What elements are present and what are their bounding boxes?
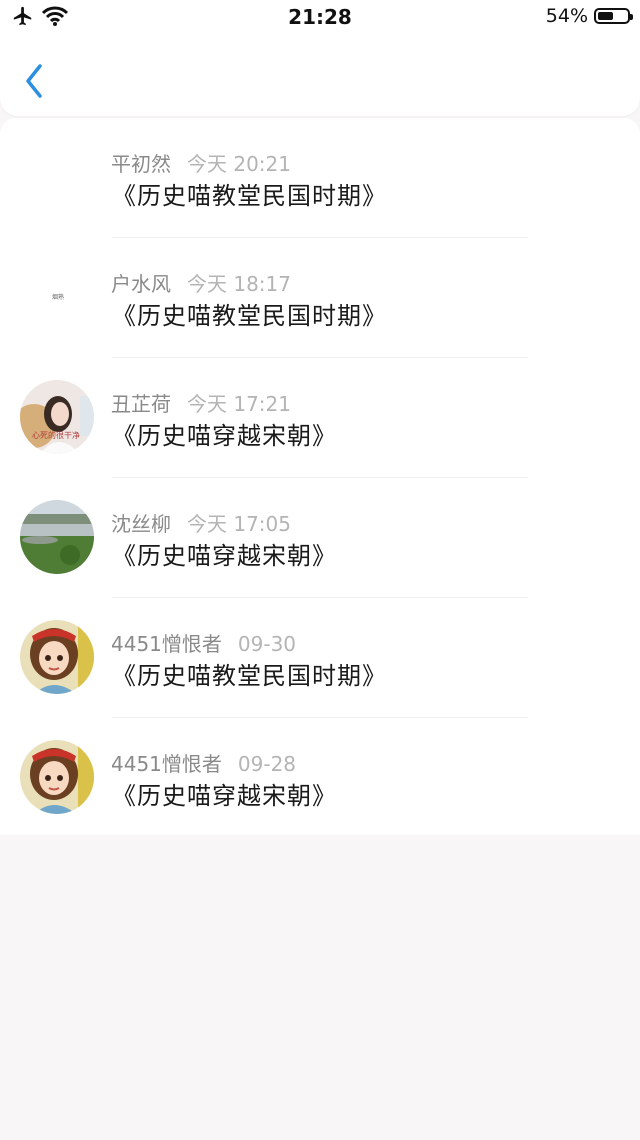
avatar[interactable]: 心死的很干净	[20, 380, 94, 454]
battery-cap	[630, 14, 633, 20]
status-right: 54%	[545, 5, 633, 27]
list-item[interactable]: 4451憎恨者 09-30 《历史喵教堂民国时期》	[0, 598, 640, 718]
battery-icon	[594, 8, 633, 24]
avatar-text: 烟熟	[52, 294, 65, 301]
comment-list: 平初然 今天 20:21 《历史喵教堂民国时期》 烟熟 户水风 今天 18:17 《…	[0, 118, 640, 835]
list-item[interactable]: 烟熟 户水风 今天 18:17 《历史喵教堂民国时期》	[0, 238, 640, 358]
list-item[interactable]: 沈丝柳 今天 17:05 《历史喵穿越宋朝》	[0, 478, 640, 598]
timestamp: 今天 17:05	[187, 512, 291, 536]
work-title[interactable]: 《历史喵穿越宋朝》	[112, 416, 337, 451]
avatar[interactable]	[20, 500, 94, 574]
username: 沈丝柳	[111, 512, 171, 536]
avatar[interactable]: 烟熟	[20, 260, 94, 334]
timestamp: 09-30	[237, 632, 297, 656]
username: 平初然	[111, 152, 171, 176]
timestamp: 今天 20:21	[187, 152, 291, 176]
cartoon-girl-avatar	[20, 740, 94, 814]
avatar-text: 心死的很干净	[32, 430, 80, 440]
work-title[interactable]: 《历史喵教堂民国时期》	[112, 296, 387, 331]
username: 户水风	[111, 272, 171, 296]
work-title[interactable]: 《历史喵穿越宋朝》	[112, 776, 337, 811]
avatar[interactable]	[20, 140, 94, 214]
work-title[interactable]: 《历史喵教堂民国时期》	[112, 176, 387, 211]
back-button[interactable]	[18, 60, 54, 100]
list-item[interactable]: 心死的很干净 丑芷荷 今天 17:21 《历史喵穿越宋朝》	[0, 358, 640, 478]
username: 丑芷荷	[111, 392, 171, 416]
list-item[interactable]: 平初然 今天 20:21 《历史喵教堂民国时期》	[0, 118, 640, 238]
chevron-left-icon	[26, 64, 42, 98]
username: 4451憎恨者	[111, 752, 222, 776]
work-title[interactable]: 《历史喵教堂民国时期》	[112, 656, 387, 691]
list-item[interactable]: 4451憎恨者 09-28 《历史喵穿越宋朝》	[0, 718, 640, 838]
status-bar: 21:28 54%	[0, 0, 640, 34]
cartoon-girl-avatar	[20, 620, 94, 694]
battery-percent: 54%	[545, 5, 588, 27]
timestamp: 今天 17:21	[187, 392, 291, 416]
username: 4451憎恨者	[111, 632, 222, 656]
status-time: 21:28	[288, 5, 352, 29]
avatar[interactable]	[20, 740, 94, 814]
battery-fill	[598, 12, 613, 20]
timestamp: 09-28	[237, 752, 297, 776]
timestamp: 今天 18:17	[187, 272, 291, 296]
nav-bar	[0, 34, 640, 116]
avatar[interactable]	[20, 620, 94, 694]
landscape-photo-avatar	[20, 500, 94, 574]
girl-photo-avatar: 心死的很干净	[20, 380, 94, 454]
work-title[interactable]: 《历史喵穿越宋朝》	[112, 536, 337, 571]
